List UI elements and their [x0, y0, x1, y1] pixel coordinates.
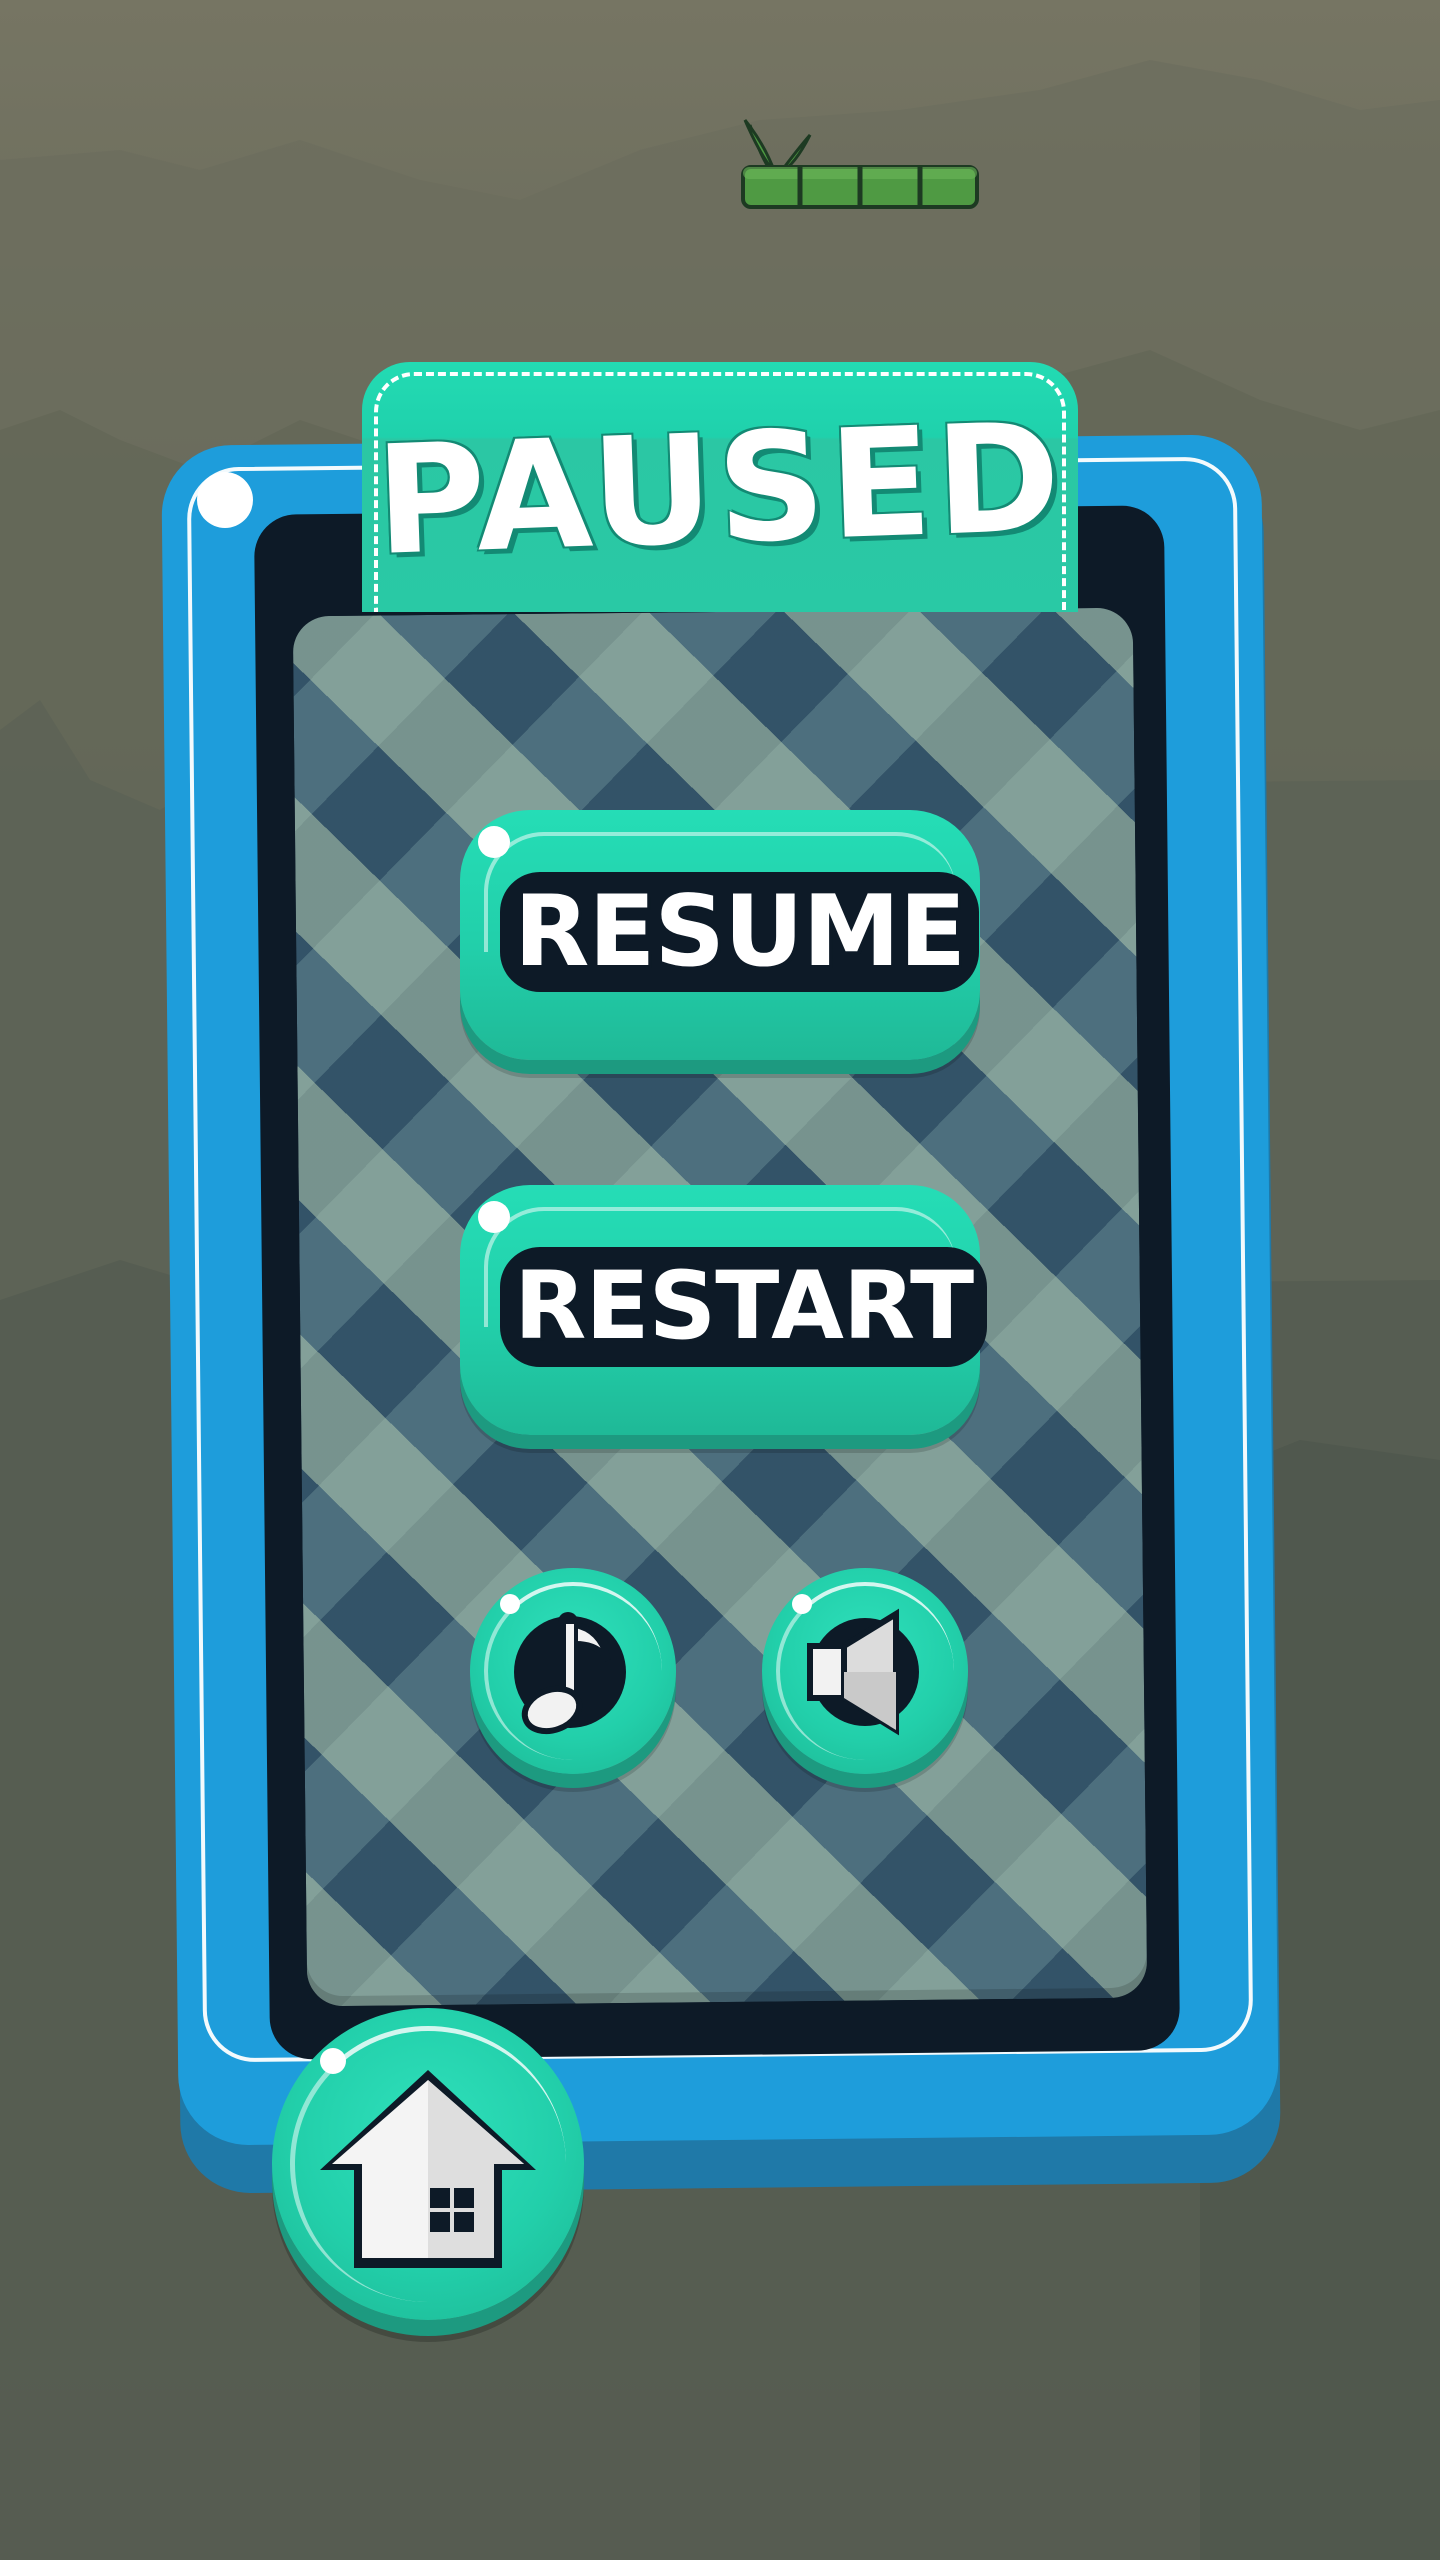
sound-toggle-button[interactable]	[762, 1568, 968, 1774]
resume-label: RESUME	[500, 872, 980, 992]
restart-label: RESTART	[500, 1247, 988, 1367]
restart-button[interactable]: RESTART	[460, 1185, 988, 1435]
button-shine	[478, 826, 510, 858]
resume-label-wrap: RESUME	[500, 872, 980, 992]
page-title: PAUSED	[372, 391, 1068, 589]
panel-shine	[197, 472, 253, 528]
bamboo-icon	[741, 119, 979, 209]
home-icon	[320, 2070, 536, 2268]
resume-button[interactable]: RESUME	[460, 810, 980, 1060]
speaker-icon	[807, 1608, 919, 1736]
home-button[interactable]	[272, 2008, 584, 2320]
music-toggle-button[interactable]	[470, 1568, 676, 1774]
music-note-icon	[514, 1612, 626, 1735]
button-shine	[478, 1201, 510, 1233]
restart-label-wrap: RESTART	[500, 1247, 988, 1367]
